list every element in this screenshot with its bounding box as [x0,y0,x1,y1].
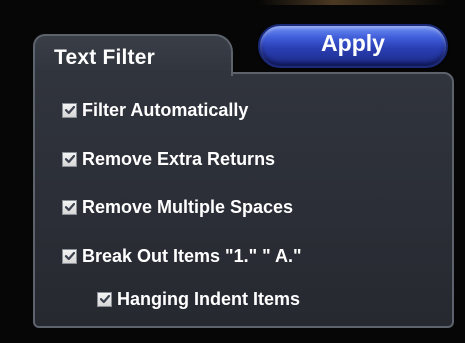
remove-multiple-spaces-checkbox[interactable] [62,199,77,215]
break-out-items-checkbox[interactable] [62,248,77,264]
tab-join [35,70,231,76]
filter-automatically-checkbox[interactable] [62,102,77,118]
filter-automatically-option[interactable]: Filter Automatically [62,99,248,121]
remove-multiple-spaces-label: Remove Multiple Spaces [82,196,294,217]
break-out-items-label: Break Out Items "1." " A." [82,245,302,266]
hanging-indent-items-option[interactable]: Hanging Indent Items [97,288,300,310]
checkmark-icon [64,251,75,261]
remove-extra-returns-checkbox[interactable] [62,151,77,167]
break-out-items-option[interactable]: Break Out Items "1." " A." [62,245,302,267]
remove-multiple-spaces-option[interactable]: Remove Multiple Spaces [62,196,293,218]
checkmark-icon [64,202,75,212]
hanging-indent-items-label: Hanging Indent Items [117,288,301,309]
apply-button[interactable]: Apply [258,24,448,68]
top-edge-glint [258,0,448,5]
remove-extra-returns-label: Remove Extra Returns [82,148,276,169]
checkmark-icon [64,154,75,164]
apply-button-label: Apply [321,30,385,56]
remove-extra-returns-option[interactable]: Remove Extra Returns [62,148,275,170]
checkmark-icon [99,294,110,304]
filter-automatically-label: Filter Automatically [82,99,249,120]
hanging-indent-items-checkbox[interactable] [97,291,112,307]
checkmark-icon [64,105,75,115]
text-filter-window: Text Filter Apply Filter Automatically R… [0,0,465,343]
tab-title: Text Filter [54,46,155,69]
